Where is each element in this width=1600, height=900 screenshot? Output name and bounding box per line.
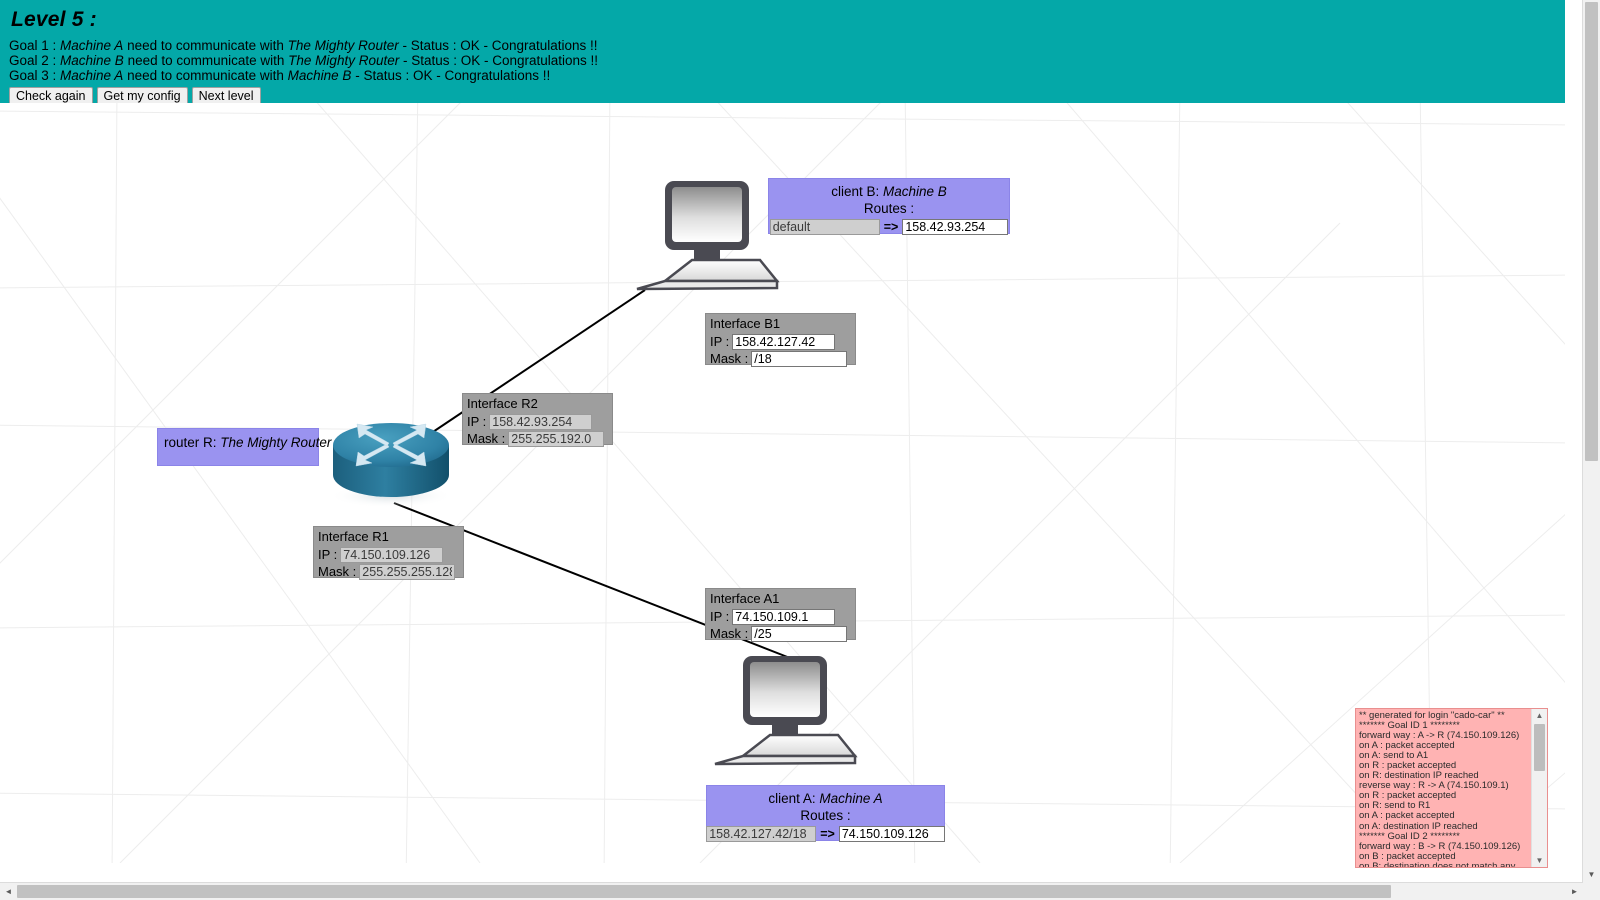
interface-r1-mask-row: Mask : — [318, 564, 460, 580]
interface-b1-mask-row: Mask : — [710, 351, 852, 367]
level-header: Level 5 : Goal 1 : Machine A need to com… — [0, 0, 1565, 107]
goal-2-status: - Status : OK - Congratulations !! — [399, 53, 599, 68]
goal-1-prefix: Goal 1 : — [9, 38, 61, 53]
client-b-route-gateway-input[interactable] — [902, 219, 1009, 235]
interface-b1-mask-input[interactable] — [751, 351, 848, 367]
interface-r1-ip-input[interactable] — [340, 547, 444, 563]
page-scroll-down-arrow[interactable]: ▼ — [1583, 866, 1600, 883]
interface-r1-ip-label: IP : — [318, 547, 338, 562]
interface-a1-mask-input[interactable] — [751, 626, 848, 642]
log-line: on A : packet accepted — [1359, 810, 1455, 822]
interface-a1-title: Interface A1 — [710, 591, 780, 606]
goal-line-1: Goal 1 : Machine A need to communicate w… — [9, 38, 1565, 53]
client-b-panel: client B: Machine B Routes : => — [768, 178, 1010, 235]
goal-1-status: - Status : OK - Congratulations !! — [398, 38, 598, 53]
router-icon — [325, 413, 455, 508]
machine-a-computer-icon — [710, 651, 860, 771]
simulation-log-text: ** generated for login "cado-car" ** ****… — [1356, 709, 1534, 867]
page-title: Level 5 : — [11, 8, 97, 31]
scrollbar-corner — [1583, 883, 1600, 900]
router-label: router R: The Mighty Router — [157, 428, 331, 466]
page-vertical-scrollbar[interactable]: ▼ — [1582, 0, 1600, 883]
goal-1-mid: need to communicate with — [123, 38, 288, 53]
interface-r1-ip-row: IP : — [318, 547, 460, 563]
page-scroll-right-arrow[interactable]: ► — [1566, 883, 1583, 900]
client-a-route-gateway-input[interactable] — [838, 826, 945, 842]
client-a-title-prefix: client A: — [768, 791, 820, 806]
log-scroll-thumb[interactable] — [1534, 724, 1545, 771]
interface-a1-ip-input[interactable] — [732, 609, 836, 625]
goal-3-mid: need to communicate with — [123, 68, 288, 83]
goal-1-source: Machine A — [60, 38, 124, 53]
interface-r1-mask-label: Mask : — [318, 564, 357, 579]
log-line: on B: destination does not match any — [1359, 860, 1516, 867]
client-a-route-destination-input[interactable] — [706, 826, 817, 842]
client-b-title-prefix: client B: — [831, 184, 883, 199]
interface-a1-mask-label: Mask : — [710, 626, 749, 641]
interface-a1-ip-row: IP : — [710, 609, 852, 625]
interface-b1-ip-label: IP : — [710, 334, 730, 349]
interface-r1-box: Interface R1 IP : Mask : — [313, 526, 464, 580]
client-b-routes-label: Routes : — [863, 201, 915, 216]
goal-line-2: Goal 2 : Machine B need to communicate w… — [9, 53, 1565, 68]
interface-r1-mask-input[interactable] — [359, 564, 456, 580]
log-scroll-up-arrow[interactable]: ▲ — [1532, 709, 1547, 722]
goal-2-prefix: Goal 2 : — [9, 53, 61, 68]
client-b-route-row: => — [769, 219, 1009, 235]
goal-3-status: - Status : OK - Congratulations !! — [351, 68, 551, 83]
interface-r1-title: Interface R1 — [318, 529, 389, 544]
interface-r2-ip-label: IP : — [467, 414, 487, 429]
log-scrollbar[interactable]: ▲ ▼ — [1531, 709, 1547, 867]
network-canvas: router R: The Mighty Router Interface R2… — [0, 103, 1565, 863]
interface-b1-title: Interface B1 — [710, 316, 781, 331]
app-root: Level 5 : Goal 1 : Machine A need to com… — [0, 0, 1600, 900]
client-b-route-arrow: => — [883, 220, 899, 234]
goal-line-3: Goal 3 : Machine A need to communicate w… — [9, 68, 1565, 83]
log-scroll-down-arrow[interactable]: ▼ — [1532, 854, 1547, 867]
interface-r2-mask-row: Mask : — [467, 431, 609, 447]
client-a-title: client A: Machine A — [711, 790, 940, 807]
interface-a1-box: Interface A1 IP : Mask : — [705, 588, 856, 642]
page-vertical-scroll-thumb[interactable] — [1585, 2, 1598, 461]
machine-b-computer-icon — [632, 176, 782, 296]
interface-r2-ip-input[interactable] — [489, 414, 593, 430]
interface-a1-mask-row: Mask : — [710, 626, 852, 642]
client-a-title-name: Machine A — [819, 791, 883, 806]
client-a-panel: client A: Machine A Routes : => — [706, 785, 945, 842]
interface-r2-ip-row: IP : — [467, 414, 609, 430]
goal-2-destination: The Mighty Router — [288, 53, 400, 68]
router-label-name: The Mighty Router — [220, 435, 332, 450]
interface-b1-box: Interface B1 IP : Mask : — [705, 313, 856, 367]
client-a-route-arrow: => — [820, 827, 835, 841]
interface-b1-ip-row: IP : — [710, 334, 852, 350]
page-horizontal-scrollbar[interactable]: ◄ ► — [0, 882, 1583, 900]
interface-b1-mask-label: Mask : — [710, 351, 749, 366]
page-horizontal-scroll-thumb[interactable] — [17, 885, 1391, 898]
interface-r2-title: Interface R2 — [467, 396, 538, 411]
client-b-title: client B: Machine B — [773, 183, 1005, 200]
client-a-route-row: => — [706, 826, 945, 842]
client-b-title-name: Machine B — [882, 184, 947, 199]
client-b-route-destination-input[interactable] — [769, 219, 880, 235]
goal-3-prefix: Goal 3 : — [9, 68, 61, 83]
interface-r2-box: Interface R2 IP : Mask : — [462, 393, 613, 447]
goal-3-source: Machine A — [60, 68, 124, 83]
goal-2-mid: need to communicate with — [123, 53, 289, 68]
interface-r2-mask-label: Mask : — [467, 431, 506, 446]
goal-3-destination: Machine B — [287, 68, 352, 83]
interface-r2-mask-input[interactable] — [508, 431, 605, 447]
router-label-prefix: router R: — [164, 435, 221, 450]
interface-a1-ip-label: IP : — [710, 609, 730, 624]
page-scroll-left-arrow[interactable]: ◄ — [0, 883, 17, 900]
simulation-log-panel: ** generated for login "cado-car" ** ****… — [1355, 708, 1548, 868]
goal-1-destination: The Mighty Router — [287, 38, 399, 53]
client-a-routes-label: Routes : — [800, 808, 851, 823]
goal-2-source: Machine B — [60, 53, 124, 68]
interface-b1-ip-input[interactable] — [732, 334, 836, 350]
